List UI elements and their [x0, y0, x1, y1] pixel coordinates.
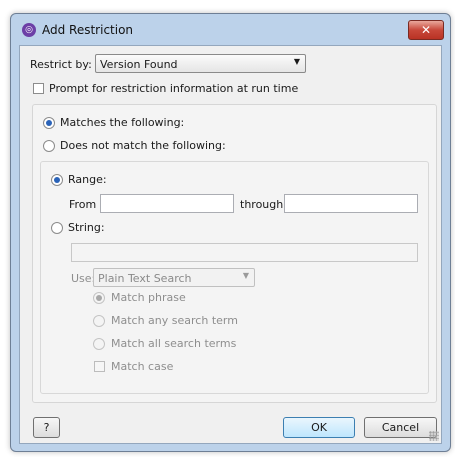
match-case-checkbox[interactable]	[94, 361, 105, 372]
resize-grip[interactable]	[429, 431, 439, 441]
match-phrase-label: Match phrase	[111, 291, 186, 304]
string-radio[interactable]	[51, 222, 63, 234]
prompt-checkbox-label: Prompt for restriction information at ru…	[49, 82, 299, 95]
string-radio-label: String:	[68, 221, 105, 234]
help-button[interactable]: ?	[33, 417, 60, 438]
app-icon: ◎	[22, 23, 36, 37]
search-type-value: Plain Text Search	[98, 272, 192, 285]
match-phrase-radio[interactable]	[93, 292, 105, 304]
not-match-radio-label: Does not match the following:	[60, 139, 226, 152]
match-case-label: Match case	[111, 360, 174, 373]
match-any-label: Match any search term	[111, 314, 238, 327]
add-restriction-dialog: ◎ Add Restriction ✕ Restrict by: Version…	[10, 13, 451, 452]
close-icon: ✕	[420, 23, 432, 37]
range-through-input[interactable]	[284, 194, 418, 213]
match-all-label: Match all search terms	[111, 337, 237, 350]
matches-radio[interactable]	[43, 117, 55, 129]
range-from-input[interactable]	[100, 194, 234, 213]
close-button[interactable]: ✕	[408, 20, 444, 40]
matches-radio-label: Matches the following:	[60, 116, 185, 129]
cancel-button[interactable]: Cancel	[364, 417, 437, 438]
ok-button[interactable]: OK	[283, 417, 355, 438]
match-all-radio[interactable]	[93, 338, 105, 350]
restrict-by-value: Version Found	[100, 58, 178, 71]
range-radio[interactable]	[51, 174, 63, 186]
match-group: Matches the following: Does not match th…	[32, 104, 437, 403]
search-type-select[interactable]: Plain Text Search ▼	[93, 268, 255, 287]
criteria-group: Range: From through String: Use: Plain T	[40, 161, 429, 394]
through-label: through	[240, 198, 284, 211]
string-input[interactable]	[71, 243, 418, 262]
range-radio-label: Range:	[68, 173, 107, 186]
chevron-down-icon: ▼	[293, 57, 300, 66]
prompt-checkbox[interactable]	[33, 83, 44, 94]
not-match-radio[interactable]	[43, 140, 55, 152]
dialog-body: Restrict by: Version Found ▼ Prompt for …	[19, 45, 442, 444]
title-bar: ◎ Add Restriction ✕	[11, 14, 450, 44]
restrict-by-label: Restrict by:	[30, 58, 92, 71]
restrict-by-select[interactable]: Version Found ▼	[95, 54, 306, 73]
match-any-radio[interactable]	[93, 315, 105, 327]
from-label: From	[69, 198, 97, 211]
use-label: Use:	[71, 272, 96, 285]
chevron-down-icon: ▼	[242, 271, 249, 280]
dialog-title: Add Restriction	[42, 23, 134, 37]
